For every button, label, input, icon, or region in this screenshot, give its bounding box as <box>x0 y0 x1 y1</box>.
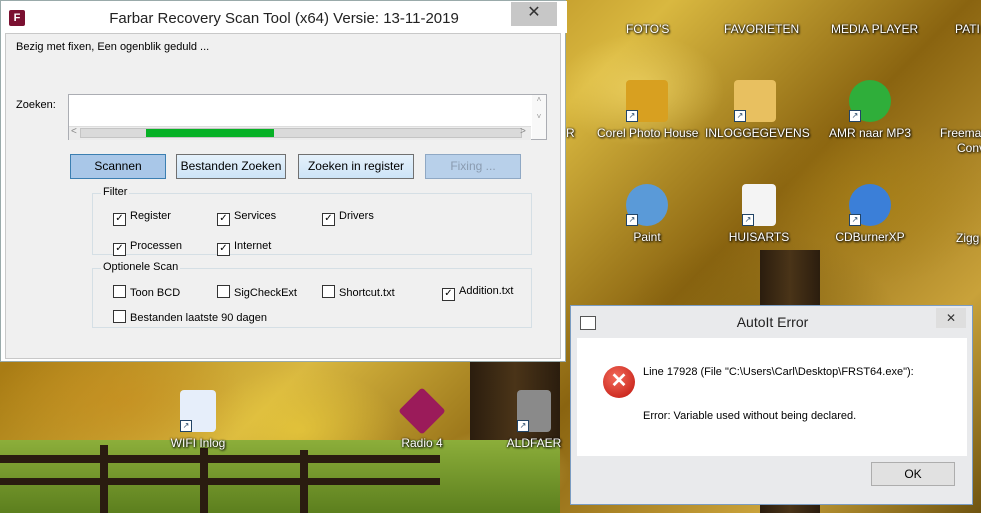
chevron-left-icon[interactable]: < <box>71 126 77 137</box>
frst-title: Farbar Recovery Scan Tool (x64) Versie: … <box>109 10 459 27</box>
desktop-label-fragment: R <box>566 126 575 140</box>
desktop-icon-huisarts[interactable]: ↗ HUISARTS <box>709 184 809 244</box>
document-icon: ↗ <box>742 184 776 226</box>
desktop-icon-label: CDBurnerXP <box>835 230 905 244</box>
checkbox-register[interactable]: ✓ Register <box>113 210 171 226</box>
autoit-message-area: ✕ Line 17928 (File "C:\Users\Carl\Deskto… <box>577 338 967 456</box>
word-document-icon: ↗ <box>180 390 216 432</box>
autoit-title: AutoIt Error <box>736 314 809 330</box>
find-registry-button[interactable]: Zoeken in register <box>298 154 414 179</box>
checkbox-check-icon: ✓ <box>322 213 335 226</box>
desktop-label-fotos[interactable]: FOTO'S <box>626 22 669 36</box>
checkbox-toon-bcd[interactable]: Toon BCD <box>113 285 180 299</box>
progress-bar-fill <box>146 129 274 137</box>
grass <box>0 440 560 513</box>
error-line-info: Line 17928 (File "C:\Users\Carl\Desktop\… <box>643 366 914 378</box>
palette-icon: ↗ <box>626 184 668 226</box>
checkbox-check-icon: ✓ <box>217 243 230 256</box>
desktop-icon-radio-4[interactable]: Radio 4 <box>372 387 472 450</box>
error-message: Error: Variable used without being decla… <box>643 410 857 422</box>
checkbox-check-icon: ✓ <box>113 213 126 226</box>
desktop-icon-paint[interactable]: ↗ Paint <box>597 184 697 244</box>
portrait-icon: ↗ <box>517 390 551 432</box>
error-icon: ✕ <box>603 366 635 398</box>
close-icon: ✕ <box>527 4 541 21</box>
play-icon: ↗ <box>849 80 891 122</box>
desktop-icon-label: WIFI Inlog <box>170 436 226 450</box>
checkbox-internet[interactable]: ✓ Internet <box>217 240 271 256</box>
desktop-icon-aldfaer[interactable]: ↗ ALDFAER <box>484 390 584 450</box>
close-icon: ✕ <box>945 311 957 325</box>
desktop-icon-label: Corel Photo House <box>597 126 699 140</box>
desktop-icon-label: Radio 4 <box>401 436 443 450</box>
optional-scan-group-label: Optionele Scan <box>101 261 181 273</box>
checkbox-bestanden-laatste-90-dagen[interactable]: Bestanden laatste 90 dagen <box>113 310 267 324</box>
desktop-icon-label: INLOGGEGEVENS <box>705 126 810 140</box>
desktop-icon-cdburnerxp[interactable]: ↗ CDBurnerXP <box>820 184 920 244</box>
desktop-icon-label: AMR naar MP3 <box>828 126 912 140</box>
search-vertical-scrollbar[interactable]: ˄ ˅ <box>532 95 546 139</box>
fence-rail <box>0 455 440 463</box>
frst-titlebar[interactable]: F Farbar Recovery Scan Tool (x64) Versie… <box>1 1 567 33</box>
scan-button[interactable]: Scannen <box>70 154 166 179</box>
search-label: Zoeken: <box>16 99 56 111</box>
desktop-icon-inloggegevens[interactable]: ↗ INLOGGEGEVENS <box>705 80 810 140</box>
chevron-right-icon[interactable]: > <box>520 126 526 137</box>
frst-close-button[interactable]: ✕ <box>511 2 557 26</box>
frst-client-area: Bezig met fixen, Een ogenblik geduld ...… <box>5 33 561 359</box>
fence-rail <box>0 478 440 485</box>
desktop-icon-wifi-inlog[interactable]: ↗ WIFI Inlog <box>148 390 248 450</box>
checkbox-check-icon: ✓ <box>217 213 230 226</box>
fix-button: Fixing ... <box>425 154 521 179</box>
find-files-button[interactable]: Bestanden Zoeken <box>176 154 286 179</box>
optional-scan-group: Optionele Scan Toon BCD SigCheckExt Shor… <box>92 261 532 328</box>
fence-post <box>100 445 108 513</box>
radio-icon <box>398 387 446 435</box>
frst-window: F Farbar Recovery Scan Tool (x64) Versie… <box>0 0 567 362</box>
fence-post <box>300 450 308 513</box>
corel-icon: ↗ <box>626 80 668 122</box>
progress-scrollbar: < > <box>69 126 531 140</box>
ok-button[interactable]: OK <box>871 462 955 486</box>
disc-icon: ↗ <box>849 184 891 226</box>
checkbox-services[interactable]: ✓ Services <box>217 210 276 226</box>
checkbox-shortcut-txt[interactable]: Shortcut.txt <box>322 285 395 299</box>
desktop-label-pati[interactable]: PATI <box>955 22 980 36</box>
checkbox-addition-txt[interactable]: ✓ Addition.txt <box>442 285 513 301</box>
filter-group: Filter ✓ Register ✓ Services ✓ Drivers ✓ Pro… <box>92 186 532 256</box>
desktop-icon-amr-naar-mp3[interactable]: ↗ AMR naar MP3 <box>820 80 920 140</box>
chevron-up-icon[interactable]: ˄ <box>532 95 546 104</box>
desktop-label-favorieten[interactable]: FAVORIETEN <box>724 22 799 36</box>
chevron-down-icon[interactable]: ˅ <box>532 112 546 121</box>
checkbox-check-icon: ✓ <box>442 288 455 301</box>
autoit-close-button[interactable]: ✕ <box>936 308 966 328</box>
checkbox-sigcheckext[interactable]: SigCheckExt <box>217 285 297 299</box>
checkbox-processen[interactable]: ✓ Processen <box>113 240 182 256</box>
desktop-icon-corel-photo-house[interactable]: ↗ Corel Photo House <box>597 80 699 140</box>
desktop-icon-label: Paint <box>633 230 661 244</box>
desktop-label-fragment: Conv <box>957 141 981 155</box>
checkbox-drivers[interactable]: ✓ Drivers <box>322 210 374 226</box>
desktop-label-fragment: Freemal <box>940 126 981 140</box>
desktop-icon-label: ALDFAER <box>506 436 562 450</box>
fence-post <box>200 448 208 513</box>
desktop-label-media-player[interactable]: MEDIA PLAYER <box>831 22 918 36</box>
folder-icon: ↗ <box>734 80 776 122</box>
filter-group-label: Filter <box>101 186 130 198</box>
checkbox-check-icon: ✓ <box>113 243 126 256</box>
status-text: Bezig met fixen, Een ogenblik geduld ... <box>16 41 210 53</box>
desktop-label-fragment: Zigg <box>956 231 980 245</box>
autoit-error-dialog: AutoIt Error ✕ ✕ Line 17928 (File "C:\Us… <box>570 305 973 505</box>
desktop-icon-label: HUISARTS <box>728 230 790 244</box>
